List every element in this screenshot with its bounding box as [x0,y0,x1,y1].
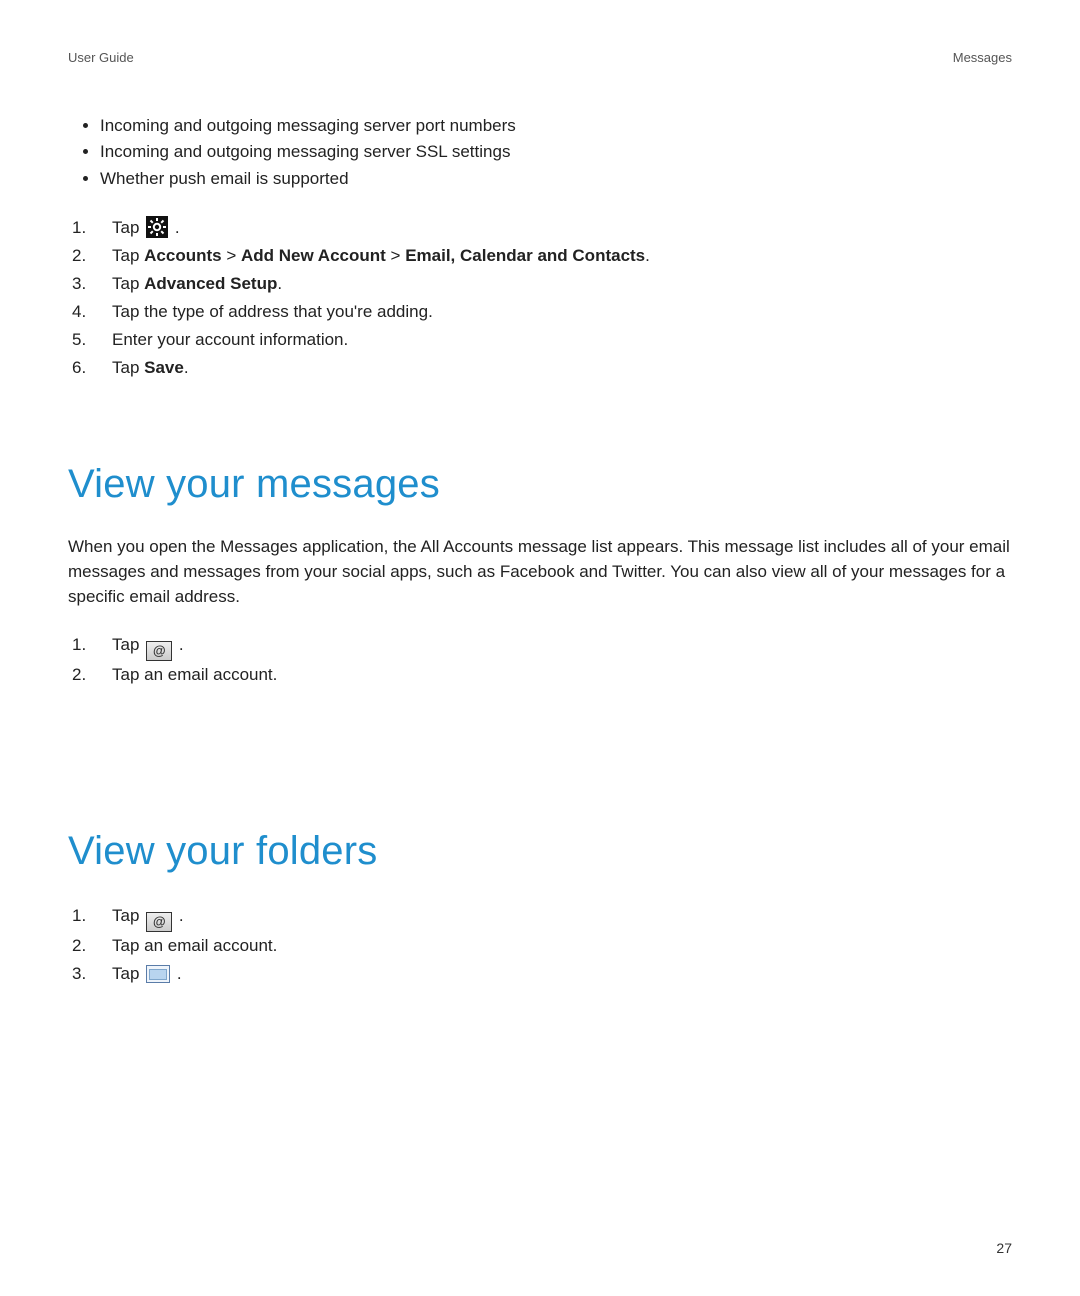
page-header: User Guide Messages [68,50,1012,65]
step-content: Tap @ . [112,631,1012,661]
bold-text: Accounts [144,246,221,265]
bold-text: Advanced Setup [144,274,277,293]
step-row: 6. Tap Save. [68,354,1012,382]
step-content: Tap Advanced Setup. [112,270,1012,298]
at-icon: @ [146,641,172,661]
document-page: User Guide Messages Incoming and outgoin… [0,0,1080,1028]
bullet-item: Incoming and outgoing messaging server p… [100,113,1012,139]
step-row: 2. Tap an email account. [68,932,1012,960]
steps-list-view-folders: 1. Tap @ . 2. Tap an email account. 3. T… [68,902,1012,988]
step-content: Tap Accounts > Add New Account > Email, … [112,242,1012,270]
bullet-item: Incoming and outgoing messaging server S… [100,139,1012,165]
step-row: 2. Tap Accounts > Add New Account > Emai… [68,242,1012,270]
bullet-item: Whether push email is supported [100,166,1012,192]
bold-text: Add New Account [241,246,386,265]
section-heading-view-folders: View your folders [68,829,1012,874]
step-number: 4. [68,298,112,326]
step-content: Tap an email account. [112,932,1012,960]
step-content: Enter your account information. [112,326,1012,354]
step-row: 5. Enter your account information. [68,326,1012,354]
step-content: Tap Save. [112,354,1012,382]
step-row: 1. Tap @ . [68,631,1012,661]
step-number: 1. [68,902,112,930]
step-number: 5. [68,326,112,354]
steps-list-setup: 1. Tap . 2. Tap Accounts > Add New Accou… [68,214,1012,382]
section-paragraph: When you open the Messages application, … [68,535,1012,609]
header-left: User Guide [68,50,134,65]
section-heading-view-messages: View your messages [68,462,1012,507]
step-content: Tap . [112,960,1012,988]
step-number: 3. [68,270,112,298]
step-content: Tap @ . [112,902,1012,932]
bold-text: Save [144,358,184,377]
step-number: 2. [68,932,112,960]
step-number: 2. [68,242,112,270]
bold-text: Email, Calendar and Contacts [405,246,645,265]
step-number: 1. [68,631,112,659]
step-number: 1. [68,214,112,242]
prereq-bullets: Incoming and outgoing messaging server p… [100,113,1012,192]
at-icon: @ [146,912,172,932]
header-right: Messages [953,50,1012,65]
step-number: 6. [68,354,112,382]
step-content: Tap the type of address that you're addi… [112,298,1012,326]
steps-list-view-messages: 1. Tap @ . 2. Tap an email account. [68,631,1012,689]
step-number: 3. [68,960,112,988]
step-row: 1. Tap @ . [68,902,1012,932]
step-row: 1. Tap . [68,214,1012,242]
page-number: 27 [996,1240,1012,1256]
step-row: 3. Tap Advanced Setup. [68,270,1012,298]
folder-icon [146,965,170,983]
step-number: 2. [68,661,112,689]
step-content: Tap . [112,214,1012,242]
step-row: 2. Tap an email account. [68,661,1012,689]
step-row: 4. Tap the type of address that you're a… [68,298,1012,326]
step-content: Tap an email account. [112,661,1012,689]
settings-icon [146,216,168,238]
step-row: 3. Tap . [68,960,1012,988]
